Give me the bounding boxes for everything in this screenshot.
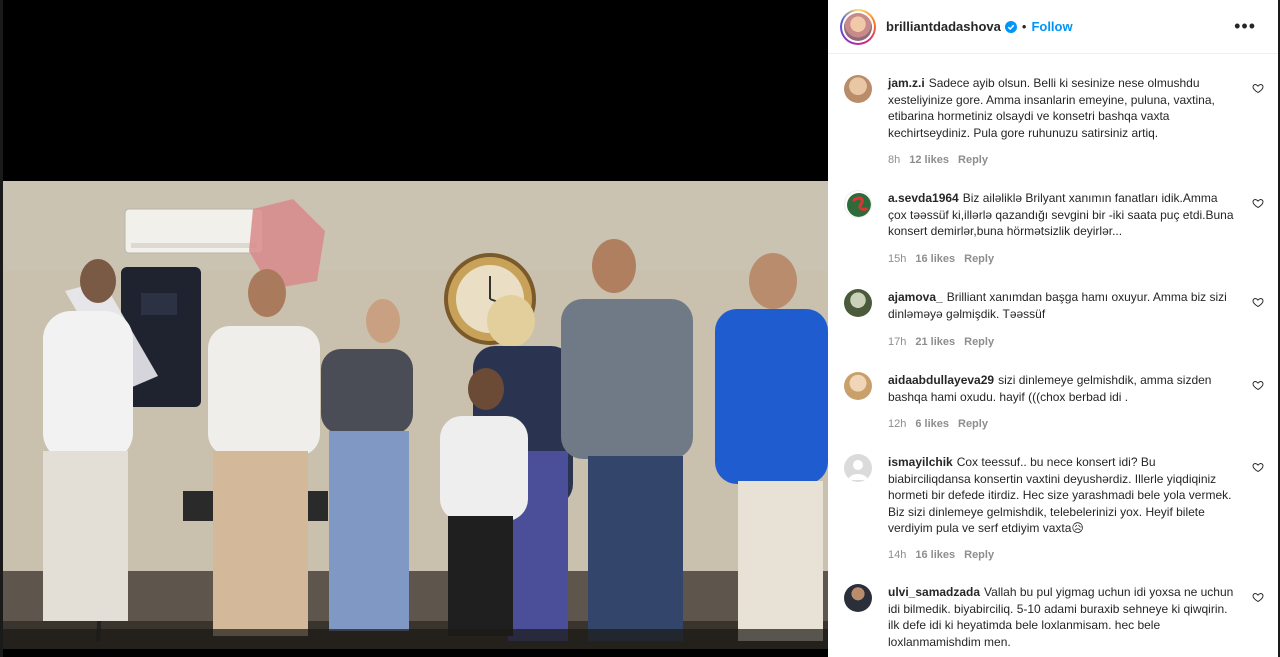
author-username[interactable]: brilliantdadashova [886, 19, 1001, 34]
comment-text: Sadece ayib olsun. Belli ki sesinize nes… [888, 76, 1215, 140]
commenter-avatar[interactable] [844, 372, 872, 400]
comment-time: 15h [888, 253, 907, 265]
comment-meta: 15h 16 likes Reply [888, 253, 994, 265]
commenter-avatar[interactable] [844, 584, 872, 612]
comment-time: 17h [888, 336, 907, 348]
comment-likes[interactable]: 12 likes [909, 154, 949, 166]
reply-button[interactable]: Reply [958, 418, 988, 430]
comment-likes[interactable]: 16 likes [915, 253, 955, 265]
like-heart-icon[interactable] [1252, 82, 1264, 94]
media-pane [0, 0, 828, 657]
post-header: brilliantdadashova • Follow ••• [828, 0, 1278, 54]
commenter-avatar[interactable] [844, 289, 872, 317]
like-heart-icon[interactable] [1252, 379, 1264, 391]
comment-meta: 12h 6 likes Reply [888, 418, 988, 430]
comment-text-block: a.sevda1964 Biz ailəliklə Brilyant xanımı… [888, 190, 1236, 240]
more-options-icon[interactable]: ••• [1234, 17, 1256, 35]
comment-username[interactable]: jam.z.i [888, 76, 925, 90]
reply-button[interactable]: Reply [964, 549, 994, 561]
commenter-avatar[interactable] [844, 190, 872, 218]
like-heart-icon[interactable] [1252, 197, 1264, 209]
comment-text-block: ulvi_samadzada Vallah bu pul yigmag uchun… [888, 584, 1236, 650]
commenter-avatar[interactable] [844, 75, 872, 103]
like-heart-icon[interactable] [1252, 591, 1264, 603]
comment-username[interactable]: aidaabdullayeva29 [888, 373, 994, 387]
comment-username[interactable]: ismayilchik [888, 455, 953, 469]
comment-text-block: jam.z.i Sadece ayib olsun. Belli ki sesin… [888, 75, 1236, 141]
comment-meta: 17h 21 likes Reply [888, 336, 994, 348]
video-frame [3, 181, 828, 649]
header-separator: • [1021, 19, 1027, 34]
comment-likes[interactable]: 6 likes [915, 418, 949, 430]
like-heart-icon[interactable] [1252, 296, 1264, 308]
comment-username[interactable]: a.sevda1964 [888, 191, 959, 205]
follow-button[interactable]: Follow [1031, 19, 1072, 34]
commenter-avatar[interactable] [844, 454, 872, 482]
comment-username[interactable]: ulvi_samadzada [888, 585, 980, 599]
comment-text-block: aidaabdullayeva29 sizi dinlemeye gelmishd… [888, 372, 1236, 405]
author-avatar-image [844, 12, 872, 41]
comment-likes[interactable]: 21 likes [915, 336, 955, 348]
comment-time: 14h [888, 549, 907, 561]
comment-username[interactable]: ajamova_ [888, 290, 943, 304]
post-sidebar: brilliantdadashova • Follow ••• jam.z.i S… [828, 0, 1280, 657]
comment-time: 8h [888, 154, 901, 166]
reply-button[interactable]: Reply [964, 253, 994, 265]
default-avatar-icon [848, 460, 868, 480]
comments-list: jam.z.i Sadece ayib olsun. Belli ki sesin… [828, 55, 1278, 657]
like-heart-icon[interactable] [1252, 461, 1264, 473]
comment-text-block: ajamova_ Brilliant xanımdan başga hamı ox… [888, 289, 1236, 322]
reply-button[interactable]: Reply [964, 336, 994, 348]
post-video[interactable] [3, 181, 828, 649]
verified-badge-icon [1004, 20, 1017, 33]
reply-button[interactable]: Reply [958, 154, 988, 166]
author-avatar[interactable] [840, 8, 876, 45]
comment-time: 12h [888, 418, 907, 430]
comment-text-block: ismayilchik Cox teessuf.. bu nece konsert… [888, 454, 1236, 537]
comment-meta: 14h 16 likes Reply [888, 549, 994, 561]
comment-likes[interactable]: 16 likes [915, 549, 955, 561]
comment-meta: 8h 12 likes Reply [888, 154, 988, 166]
